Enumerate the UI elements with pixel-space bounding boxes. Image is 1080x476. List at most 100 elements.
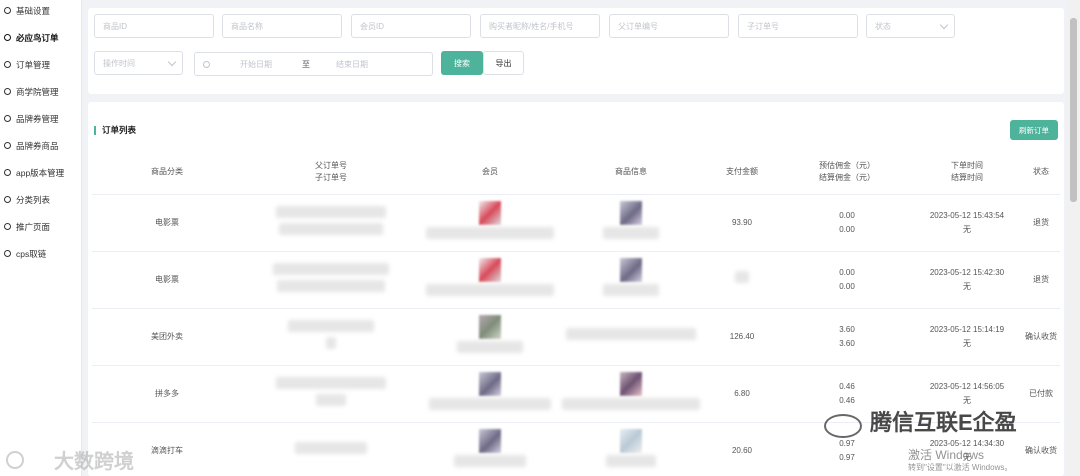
sidebar-item-promotion-page[interactable]: 推广页面	[0, 213, 81, 240]
cell-product-info	[560, 308, 702, 366]
cell-product-info	[560, 365, 702, 423]
cell-category: 拼多多	[92, 365, 242, 423]
cell-status: 确认收货	[1022, 422, 1060, 476]
redacted-text	[316, 393, 346, 406]
table-header-row: 商品分类 父订单号 子订单号 会员 商品信息 支付金额 预估佣金（元） 结算佣金（元…	[92, 150, 1060, 195]
placeholder: 会员ID	[360, 21, 384, 31]
header-product-info: 商品信息	[560, 150, 702, 195]
redacted-text	[276, 205, 386, 218]
redacted-text	[288, 319, 374, 332]
cell-status: 确认收货	[1022, 308, 1060, 366]
redacted-text	[277, 279, 385, 292]
sidebar-item-academy-management[interactable]: 商学院管理	[0, 78, 81, 105]
product-image	[620, 201, 642, 225]
product-id-input[interactable]: 商品ID	[94, 14, 214, 38]
placeholder: 子订单号	[747, 21, 779, 31]
sidebar-item-brand-coupon-management[interactable]: 品牌券管理	[0, 105, 81, 132]
cell-category: 电影票	[92, 251, 242, 309]
cell-commission: 3.60 3.60	[782, 308, 912, 366]
child-order-no-input[interactable]: 子订单号	[738, 14, 858, 38]
product-image	[620, 372, 642, 396]
header-times: 下单时间 结算时间	[912, 150, 1022, 195]
sidebar-item-order-management[interactable]: 订单管理	[0, 51, 81, 78]
est-commission: 0.97	[839, 438, 855, 448]
wechat-icon	[824, 414, 862, 438]
est-commission: 0.46	[839, 381, 855, 391]
header-est-commission: 预估佣金（元）	[819, 160, 875, 170]
chevron-down-icon	[167, 57, 177, 67]
product-image	[620, 429, 642, 453]
parent-order-no-input[interactable]: 父订单编号	[609, 14, 729, 38]
sidebar-item-biyingniao-orders[interactable]: 必应鸟订单	[0, 24, 81, 51]
sidebar-item-label: cps取链	[16, 248, 47, 259]
cell-pay-amount: 20.60	[702, 422, 782, 476]
placeholder: 购买者昵称/姓名/手机号	[489, 21, 574, 31]
cell-category: 电影票	[92, 194, 242, 252]
placeholder: 商品名称	[231, 21, 263, 31]
export-button[interactable]: 导出	[483, 51, 524, 75]
header-category: 商品分类	[92, 150, 242, 195]
clock-icon	[203, 60, 210, 68]
search-button[interactable]: 搜索	[441, 51, 483, 75]
page-scrollbar[interactable]	[1067, 0, 1080, 476]
placeholder: 状态	[875, 21, 891, 31]
cell-product-info	[560, 251, 702, 309]
cell-order-numbers	[242, 194, 420, 252]
cell-pay-amount: 126.40	[702, 308, 782, 366]
list-title: 订单列表	[94, 125, 136, 135]
header-child-order: 子订单号	[315, 172, 347, 182]
cell-member	[420, 194, 560, 252]
redacted-text	[426, 227, 554, 239]
cell-commission: 0.00 0.00	[782, 194, 912, 252]
placeholder: 父订单编号	[618, 21, 658, 31]
redacted-text	[606, 455, 656, 467]
date-range-picker[interactable]: 开始日期 至 结束日期	[194, 52, 433, 76]
operation-time-select[interactable]: 操作时间	[94, 51, 183, 75]
sidebar-item-label: 商学院管理	[16, 86, 59, 97]
status-select[interactable]: 状态	[866, 14, 955, 38]
cell-product-info	[560, 422, 702, 476]
table-row: 美团外卖 126.40 3.60 3.60 2023-05-12 15:14:19…	[92, 308, 1060, 366]
list-title-text: 订单列表	[102, 125, 137, 135]
circle-icon	[4, 223, 11, 230]
cell-times: 2023-05-12 15:43:54 无	[912, 194, 1022, 252]
chevron-down-icon	[939, 20, 949, 30]
member-avatar	[479, 429, 501, 453]
refresh-orders-button[interactable]: 刷新订单	[1010, 120, 1058, 140]
table-row: 电影票 93.90 0.00 0.00 2023-05-12 15:43:54 无 …	[92, 194, 1060, 252]
order-time: 2023-05-12 15:14:19	[929, 324, 1005, 334]
est-commission: 3.60	[839, 324, 855, 334]
cell-pay-amount: 93.90	[702, 194, 782, 252]
sidebar-item-app-version[interactable]: app版本管理	[0, 159, 81, 186]
cell-member	[420, 308, 560, 366]
redacted-text	[273, 262, 389, 275]
start-date-input[interactable]: 开始日期	[240, 59, 300, 70]
product-name-input[interactable]: 商品名称	[222, 14, 342, 38]
sidebar-item-brand-coupon-products[interactable]: 品牌券商品	[0, 132, 81, 159]
scrollbar-thumb[interactable]	[1070, 18, 1077, 202]
cell-order-numbers	[242, 308, 420, 366]
cell-commission: 0.00 0.00	[782, 251, 912, 309]
settle-time: 无	[963, 281, 971, 291]
product-image	[620, 258, 642, 282]
watermark-left: 大数跨境	[6, 445, 134, 474]
redacted-text	[603, 227, 659, 239]
order-time: 2023-05-12 15:42:30	[929, 267, 1005, 277]
header-pay-amount: 支付金额	[702, 150, 782, 195]
sidebar-item-cps-link[interactable]: cps取链	[0, 240, 81, 267]
settle-time: 无	[963, 338, 971, 348]
sidebar-item-category-list[interactable]: 分类列表	[0, 186, 81, 213]
cell-order-numbers	[242, 422, 420, 476]
redacted-text	[276, 376, 386, 389]
watermark-right: 腾信互联E企盈	[870, 410, 1017, 435]
sidebar-item-basic-settings[interactable]: 基础设置	[0, 0, 81, 24]
member-id-input[interactable]: 会员ID	[351, 14, 471, 38]
redacted-text	[426, 284, 554, 296]
buyer-search-input[interactable]: 购买者昵称/姓名/手机号	[480, 14, 600, 38]
end-date-input[interactable]: 结束日期	[336, 59, 368, 70]
circle-icon	[4, 34, 11, 41]
cell-order-numbers	[242, 365, 420, 423]
circle-icon	[4, 88, 11, 95]
circle-icon	[4, 115, 11, 122]
order-time: 2023-05-12 15:43:54	[929, 210, 1005, 220]
